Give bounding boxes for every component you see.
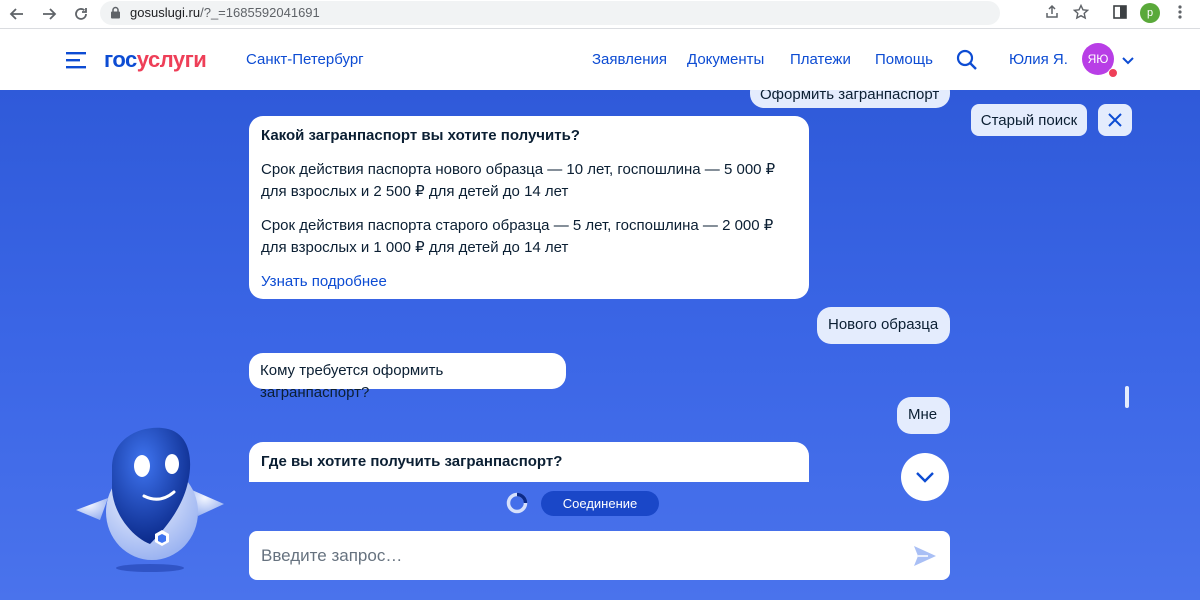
chevron-down-icon — [916, 472, 934, 483]
send-icon[interactable] — [912, 543, 938, 569]
city-selector[interactable]: Санкт-Петербург — [246, 51, 364, 68]
browser-toolbar: gosuslugi.ru/?_=1685592041691 p — [0, 0, 1200, 29]
user-message-bubble: Оформить загранпаспорт — [750, 90, 950, 108]
learn-more-link[interactable]: Узнать подробнее — [261, 271, 797, 293]
user-message-text: Нового образца — [828, 316, 939, 333]
loading-spinner-icon — [506, 492, 528, 514]
bot-message-title: Какой загранпаспорт вы хотите получить? — [261, 127, 580, 144]
browser-menu-icon[interactable] — [1170, 2, 1190, 22]
bookmark-star-icon[interactable] — [1071, 2, 1091, 22]
user-message-bubble: Нового образца — [817, 307, 950, 344]
gosuslugi-logo[interactable]: госуслуги — [104, 47, 207, 73]
user-message-text: Мне — [908, 406, 938, 423]
scrollbar-thumb[interactable] — [1125, 386, 1129, 408]
bot-message-title: Где вы хотите получить загранпаспорт? — [261, 453, 563, 470]
browser-profile-avatar[interactable]: p — [1140, 3, 1160, 23]
scroll-down-button[interactable] — [901, 453, 949, 501]
bot-message-text: Срок действия паспорта старого образца —… — [261, 217, 774, 256]
lock-icon — [110, 6, 121, 24]
status-badge: Соединение — [541, 491, 659, 516]
menu-icon[interactable] — [66, 51, 88, 69]
bot-message-text: Срок действия паспорта нового образца — … — [261, 161, 776, 200]
site-header: госуслуги Санкт-Петербург Заявления Доку… — [0, 29, 1200, 90]
user-name[interactable]: Юлия Я. — [1009, 51, 1068, 68]
search-icon[interactable] — [956, 49, 978, 71]
back-arrow-icon[interactable] — [6, 3, 28, 25]
chat-area: Оформить загранпаспорт Старый поиск Како… — [0, 90, 1200, 600]
robot-mascot-icon — [76, 427, 224, 572]
bot-message-bubble: Кому требуется оформить загранпаспорт? — [249, 353, 566, 401]
nav-help[interactable]: Помощь — [875, 51, 933, 68]
share-icon[interactable] — [1042, 2, 1062, 22]
close-icon — [1108, 113, 1122, 127]
old-search-button[interactable]: Старый поиск — [971, 104, 1087, 136]
forward-arrow-icon[interactable] — [38, 3, 60, 25]
bot-message-bubble: Где вы хотите получить загранпаспорт? — [249, 442, 809, 482]
chat-input[interactable] — [249, 531, 950, 580]
close-button[interactable] — [1098, 104, 1132, 136]
nav-applications[interactable]: Заявления — [592, 51, 667, 68]
bot-message-bubble: Какой загранпаспорт вы хотите получить? … — [249, 116, 809, 299]
notification-dot — [1108, 68, 1118, 78]
address-bar[interactable]: gosuslugi.ru/?_=1685592041691 — [100, 1, 1000, 25]
nav-payments[interactable]: Платежи — [790, 51, 851, 68]
chevron-down-icon[interactable] — [1121, 53, 1135, 65]
url-text: gosuslugi.ru/?_=1685592041691 — [130, 5, 320, 20]
nav-documents[interactable]: Документы — [687, 51, 764, 68]
side-panel-icon[interactable] — [1110, 2, 1130, 22]
bot-message-text: Кому требуется оформить загранпаспорт? — [260, 362, 444, 401]
user-message-bubble: Мне — [897, 397, 950, 434]
reload-icon[interactable] — [70, 3, 92, 25]
